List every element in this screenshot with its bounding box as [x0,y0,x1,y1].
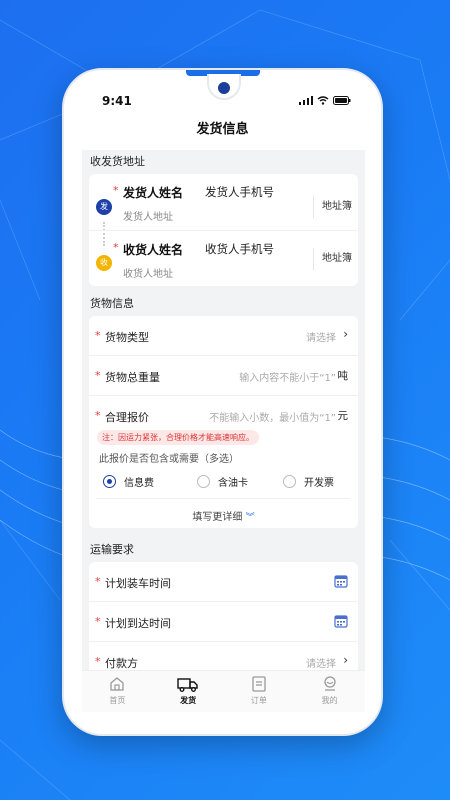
arrive-time-row[interactable]: * 计划到达时间 [89,602,358,642]
divider [97,498,350,499]
receiver-badge: 收 [96,255,112,271]
option-info-fee[interactable]: 信息费 [103,474,197,489]
receiver-name[interactable]: 收货人姓名 [123,241,183,258]
transport-card: * 计划装车时间 * 计划到达时间 * 付款方 请选择 › [89,562,358,670]
required-mark: * [95,615,101,628]
price-unit: 元 [337,410,349,422]
sender-name[interactable]: 发货人姓名 [123,184,183,201]
cargo-type-row[interactable]: * 货物类型 请选择 › [89,316,358,356]
price-options: 信息费 含油卡 开发票 [103,474,353,489]
price-input[interactable]: 不能输入小数，最小值为“1” [209,409,336,424]
tab-home[interactable]: 首页 [82,671,153,712]
cargo-section-title: 货物信息 [90,297,134,310]
load-time-row[interactable]: * 计划装车时间 [89,562,358,602]
required-mark: * [95,329,101,342]
option-fuel-card[interactable]: 含油卡 [197,474,283,489]
form-content[interactable]: 收发货地址 发 * 发货人姓名 发货人手机号 发货人地址 地址簿 收 * 收货人… [82,150,365,670]
tab-bar: 首页 发货 订单 我的 [82,670,365,712]
cargo-weight-label: 货物总重量 [105,371,160,384]
page-title: 发货信息 [196,122,249,137]
load-time-label: 计划装车时间 [105,577,171,590]
sender-address-book-button[interactable]: 地址簿 [313,196,352,218]
user-icon [323,676,336,691]
sender-badge: 发 [96,199,112,215]
sender-phone[interactable]: 发货人手机号 [205,184,274,200]
price-options-question: 此报价是否包含或需要（多选） [99,454,239,465]
calendar-icon[interactable] [334,614,348,628]
address-section-title: 收发货地址 [90,155,145,168]
arrive-time-label: 计划到达时间 [105,617,171,630]
required-mark: * [95,575,101,588]
battery-icon [333,96,351,105]
required-mark: * [95,369,101,382]
payer-label: 付款方 [105,657,138,670]
tab-ship[interactable]: 发货 [153,671,224,712]
wifi-icon [317,96,329,105]
chevron-right-icon: › [343,327,348,341]
receiver-address-book-button[interactable]: 地址簿 [313,248,352,270]
sender-address[interactable]: 发货人地址 [123,208,173,223]
option-invoice[interactable]: 开发票 [283,474,334,489]
radio-unchecked-icon[interactable] [197,475,210,488]
payer-row[interactable]: * 付款方 请选择 › [89,642,358,670]
receiver-address[interactable]: 收货人地址 [123,265,173,280]
cargo-type-select[interactable]: 请选择 [306,329,336,344]
calendar-icon[interactable] [334,574,348,588]
weight-unit: 吨 [337,370,349,382]
required-mark: * [95,655,101,668]
radio-unchecked-icon[interactable] [283,475,296,488]
address-card: 发 * 发货人姓名 发货人手机号 发货人地址 地址簿 收 * 收货人姓名 收货人… [89,174,358,286]
price-row: * 合理报价 不能输入小数，最小值为“1” 元 注：因运力紧张，合理价格才能高速… [89,396,358,528]
truck-icon [177,678,198,692]
more-details-button[interactable]: 填写更详细 ︾ [89,508,358,523]
required-mark: * [95,409,101,422]
receiver-phone[interactable]: 收货人手机号 [205,241,274,257]
cargo-weight-row[interactable]: * 货物总重量 输入内容不能小于“1” 吨 [89,356,358,396]
required-mark: * [113,184,119,197]
chevron-down-icon: ︾ [245,513,255,523]
status-bar: 9:41 [64,92,381,112]
sender-row[interactable]: 发 * 发货人姓名 发货人手机号 发货人地址 地址簿 [89,174,358,230]
payer-select[interactable]: 请选择 [306,655,336,670]
phone-frame: 9:41 发货信息 收发货地址 发 * 发货人姓名 发货人手机号 发货人地址 地… [62,68,383,736]
transport-section-title: 运输要求 [90,543,134,556]
receiver-row[interactable]: 收 * 收货人姓名 收货人手机号 收货人地址 地址簿 [89,230,358,286]
radio-checked-icon[interactable] [103,475,116,488]
cargo-type-label: 货物类型 [105,331,149,344]
signal-icon [299,96,313,105]
price-label: 合理报价 [105,411,149,424]
status-icons [299,96,351,105]
cargo-weight-input[interactable]: 输入内容不能小于“1” [239,369,336,384]
cargo-card: * 货物类型 请选择 › * 货物总重量 输入内容不能小于“1” 吨 * 合理报… [89,316,358,528]
tab-orders[interactable]: 订单 [224,671,295,712]
price-note: 注：因运力紧张，合理价格才能高速响应。 [97,430,259,445]
order-icon [252,676,266,692]
tab-profile[interactable]: 我的 [294,671,365,712]
status-time: 9:41 [102,94,132,108]
chevron-right-icon: › [343,653,348,667]
required-mark: * [113,241,119,254]
home-icon [110,677,125,691]
